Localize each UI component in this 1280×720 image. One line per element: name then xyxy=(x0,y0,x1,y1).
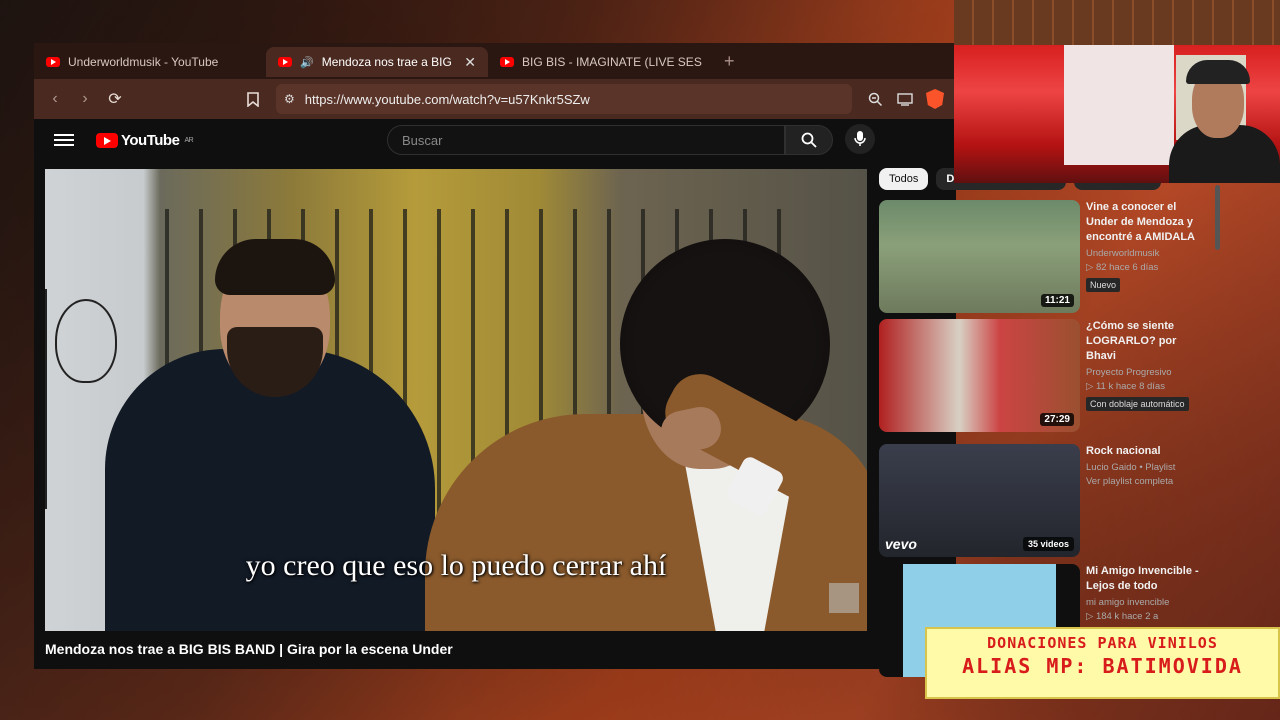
voice-search-button[interactable] xyxy=(845,124,875,154)
logo-text: YouTube xyxy=(121,131,180,149)
channel-name[interactable]: Proyecto Progresivo xyxy=(1086,367,1208,378)
channel-name[interactable]: Lucio Gaido • Playlist xyxy=(1086,462,1208,473)
zoom-icon[interactable] xyxy=(862,86,888,112)
video-stats: ▷ 82 hace 6 días xyxy=(1086,262,1159,273)
playlist-count-badge: 35 videos xyxy=(1022,537,1074,551)
video-title: Mendoza nos trae a BIG BIS BAND | Gira p… xyxy=(45,641,453,657)
forward-icon[interactable]: › xyxy=(72,86,98,112)
channel-watermark-icon[interactable] xyxy=(829,583,859,613)
recommendation-title[interactable]: Rock nacional xyxy=(1086,444,1208,459)
url-field[interactable]: ⚙ https://www.youtube.com/watch?v=u57Knk… xyxy=(276,84,852,114)
vevo-logo: vevo xyxy=(885,536,917,552)
youtube-logo[interactable]: YouTube AR xyxy=(96,131,194,149)
channel-name[interactable]: mi amigo invencible xyxy=(1086,597,1208,608)
recommendation-title[interactable]: Mi Amigo Invencible - Lejos de todo xyxy=(1086,564,1208,594)
duration-badge: 27:29 xyxy=(1040,413,1074,426)
search-input[interactable] xyxy=(400,131,784,149)
chip-todos[interactable]: Todos xyxy=(879,168,929,190)
bookmark-icon[interactable] xyxy=(240,86,266,112)
sidebar-scrollbar[interactable] xyxy=(1215,185,1220,250)
video-stats: ▷ 184 k hace 2 a xyxy=(1086,611,1159,622)
video-caption: yo creo que eso lo puedo cerrar ahí xyxy=(245,549,667,582)
tab-big-bis[interactable]: BIG BIS - IMAGINATE (LIVE SESSION) xyxy=(488,47,714,77)
region-code: AR xyxy=(184,136,194,144)
reload-icon[interactable]: ⟳ xyxy=(102,86,128,112)
recommendation-title[interactable]: Vine a conocer el Under de Mendoza y enc… xyxy=(1086,200,1208,245)
tab-mendoza-active[interactable]: 🔊 Mendoza nos trae a BIG BIS B ✕ xyxy=(266,47,488,77)
cast-icon[interactable] xyxy=(892,86,918,112)
url-text: https://www.youtube.com/watch?v=u57Knkr5… xyxy=(304,91,590,107)
tab-underworldmusik[interactable]: Underworldmusik - YouTube xyxy=(34,47,266,77)
search-box xyxy=(387,125,785,155)
playlist-thumbnail[interactable]: vevo 35 videos xyxy=(879,444,1080,557)
youtube-header: YouTube AR xyxy=(34,119,956,161)
site-settings-icon[interactable]: ⚙ xyxy=(284,92,295,106)
donation-alias: ALIAS MP: BATIMOVIDA xyxy=(962,654,1243,678)
youtube-favicon-icon xyxy=(500,57,514,67)
new-tab-icon[interactable]: + xyxy=(714,51,745,72)
recommendation-item[interactable]: 11:21 Vine a conocer el Under de Mendoza… xyxy=(879,200,1209,313)
video-player[interactable]: yo creo que eso lo puedo cerrar ahí xyxy=(45,169,867,631)
search-icon xyxy=(801,132,817,148)
brave-shield-icon[interactable] xyxy=(922,86,948,112)
donation-line-1: DONACIONES PARA VINILOS xyxy=(987,634,1218,652)
youtube-play-icon xyxy=(96,132,118,148)
channel-name[interactable]: Underworldmusik xyxy=(1086,248,1208,259)
browser-window: Underworldmusik - YouTube 🔊 Mendoza nos … xyxy=(34,43,956,669)
tab-title: Underworldmusik - YouTube xyxy=(68,55,219,69)
video-thumbnail[interactable]: 11:21 xyxy=(879,200,1080,313)
search-button[interactable] xyxy=(785,125,833,155)
duration-badge: 11:21 xyxy=(1040,294,1074,307)
video-stats: ▷ 11 k hace 8 días xyxy=(1086,381,1165,392)
speaker-icon[interactable]: 🔊 xyxy=(300,56,314,69)
back-icon[interactable]: ‹ xyxy=(42,86,68,112)
recommendation-title[interactable]: ¿Cómo se siente LOGRARLO? por Bhavi xyxy=(1086,319,1208,364)
tab-title: BIG BIS - IMAGINATE (LIVE SESSION) xyxy=(522,55,702,69)
youtube-favicon-icon xyxy=(46,57,60,67)
view-playlist-link[interactable]: Ver playlist completa xyxy=(1086,476,1208,487)
menu-icon[interactable] xyxy=(54,134,74,146)
recommendation-item[interactable]: 27:29 ¿Cómo se siente LOGRARLO? por Bhav… xyxy=(879,319,1209,432)
donation-banner: DONACIONES PARA VINILOS ALIAS MP: BATIMO… xyxy=(925,627,1280,699)
close-tab-icon[interactable]: ✕ xyxy=(464,54,476,71)
youtube-favicon-icon xyxy=(278,57,292,67)
tab-bar: Underworldmusik - YouTube 🔊 Mendoza nos … xyxy=(34,43,956,79)
address-bar: ‹ › ⟳ ⚙ https://www.youtube.com/watch?v=… xyxy=(34,79,956,119)
microphone-icon xyxy=(854,131,866,146)
webcam-overlay xyxy=(954,0,1280,183)
video-thumbnail[interactable]: 27:29 xyxy=(879,319,1080,432)
tab-title: Mendoza nos trae a BIG BIS B xyxy=(321,55,457,69)
new-badge: Nuevo xyxy=(1086,278,1121,292)
recommendation-item[interactable]: vevo 35 videos Rock nacional Lucio Gaido… xyxy=(879,444,1209,557)
auto-dub-badge: Con doblaje automático xyxy=(1086,397,1189,411)
